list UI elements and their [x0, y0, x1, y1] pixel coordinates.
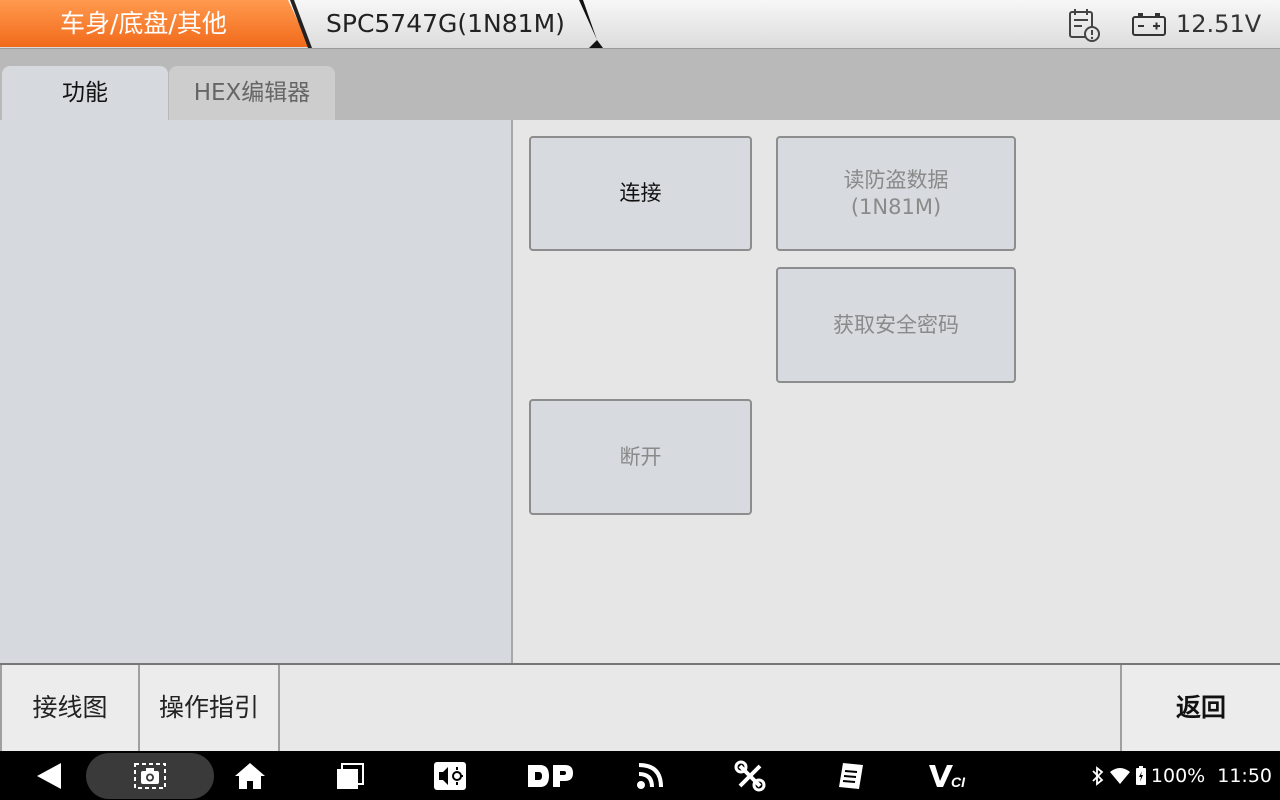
bluetooth-icon	[1092, 765, 1104, 786]
top-header: 车身/底盘/其他 SPC5747G(1N81M) 12.51V	[0, 0, 1280, 49]
wiring-diagram-button[interactable]: 接线图	[0, 665, 140, 751]
breadcrumb-separator-icon	[290, 0, 312, 48]
info-panel	[0, 120, 511, 663]
recent-apps-icon[interactable]	[330, 751, 370, 800]
wifi-icon	[1109, 767, 1130, 784]
read-immo-data-label: 读防盗数据 (1N81M)	[843, 167, 949, 219]
get-security-password-button[interactable]: 获取安全密码	[776, 267, 1016, 383]
feed-icon[interactable]	[630, 751, 670, 800]
breadcrumb-module[interactable]: SPC5747G(1N81M)	[312, 0, 565, 47]
report-icon[interactable]	[1066, 7, 1102, 43]
disconnect-button[interactable]: 断开	[529, 399, 752, 515]
battery-status-icon	[1135, 765, 1146, 785]
tools-icon[interactable]	[730, 751, 770, 800]
tab-bar: 功能 HEX编辑器	[0, 49, 1280, 120]
back-icon[interactable]	[28, 751, 70, 800]
bottom-toolbar: 接线图 操作指引 返回	[0, 663, 1280, 751]
clock: 11:50	[1217, 764, 1272, 787]
screenshot-icon	[86, 753, 214, 799]
connect-button-label: 连接	[619, 181, 662, 205]
vci-icon[interactable]: CI	[925, 751, 975, 800]
disconnect-button-label: 断开	[619, 444, 662, 469]
dp-icon[interactable]	[522, 751, 578, 800]
operation-guide-button[interactable]: 操作指引	[140, 665, 280, 751]
breadcrumb-separator-icon	[579, 0, 603, 48]
get-security-password-label: 获取安全密码	[833, 312, 959, 337]
screenshot-button[interactable]	[86, 753, 214, 799]
tab-hex-editor[interactable]: HEX编辑器	[169, 66, 335, 120]
svg-text:CI: CI	[951, 774, 966, 790]
status-area: 100% 11:50	[1091, 751, 1272, 800]
breadcrumb-system[interactable]: 车身/底盘/其他	[0, 0, 310, 47]
battery-percent: 100%	[1150, 764, 1206, 787]
battery-voltage: 12.51V	[1176, 10, 1262, 38]
back-button[interactable]: 返回	[1120, 665, 1280, 751]
battery-icon	[1132, 13, 1166, 36]
brightness-volume-icon[interactable]	[430, 751, 470, 800]
manual-icon[interactable]	[830, 751, 870, 800]
connect-button[interactable]: 连接	[529, 136, 752, 251]
system-nav-bar: CI 100% 11:50	[0, 751, 1280, 800]
home-icon[interactable]	[230, 751, 270, 800]
read-immo-data-button[interactable]: 读防盗数据 (1N81M)	[776, 136, 1016, 251]
tab-function[interactable]: 功能	[2, 66, 168, 120]
